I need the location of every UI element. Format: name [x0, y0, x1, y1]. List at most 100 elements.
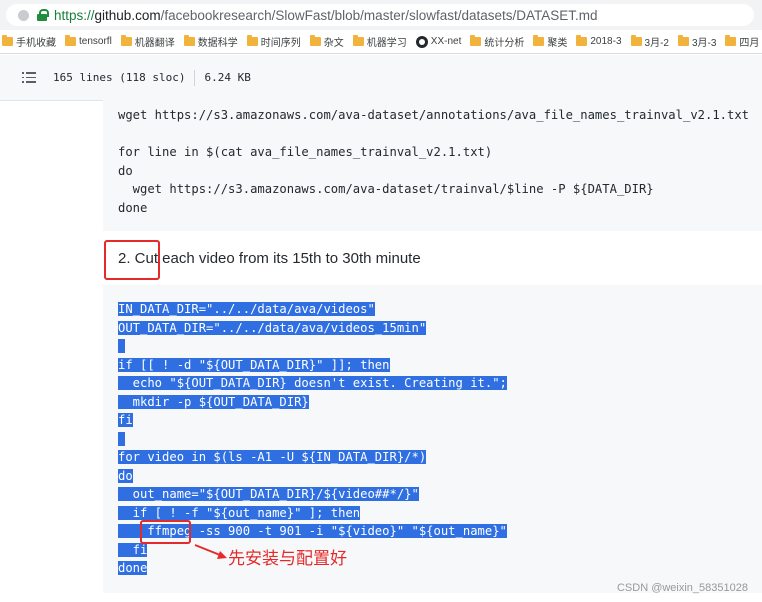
- file-size: 6.24 KB: [204, 71, 251, 84]
- bookmark-item[interactable]: 机器翻译: [120, 34, 175, 49]
- code-line-text: done: [118, 200, 148, 215]
- bookmark-label: 聚类: [547, 38, 568, 49]
- bookmark-item[interactable]: XX-net: [415, 35, 462, 48]
- header-divider: [194, 69, 196, 86]
- github-icon: [415, 35, 428, 48]
- url-text[interactable]: https://github.com/facebookresearch/Slow…: [54, 8, 598, 23]
- code-line-text: for line in $(cat ava_file_names_trainva…: [118, 145, 493, 159]
- code-line-text: IN_DATA_DIR="../../data/ava/videos": [118, 302, 375, 316]
- code-line-text: for video in $(ls -A1 -U ${IN_DATA_DIR}/…: [118, 450, 427, 464]
- bookmark-label: 机器学习: [366, 38, 407, 49]
- code-line-text: out_name="${OUT_DATA_DIR}/${video##*/}": [118, 487, 419, 501]
- folder-icon: [352, 35, 364, 46]
- red-highlight-box-heading: [104, 240, 160, 280]
- code-line: for line in $(cat ava_file_names_trainva…: [118, 143, 762, 162]
- url-scheme: https://: [54, 7, 95, 23]
- code-line: fi: [118, 411, 762, 430]
- bookmark-label: 四月: [739, 38, 760, 49]
- bookmark-item[interactable]: 统计分析: [470, 34, 524, 49]
- code-line-text: done: [118, 561, 148, 575]
- code-line: echo "${OUT_DATA_DIR} doesn't exist. Cre…: [118, 374, 762, 393]
- folder-icon: [65, 35, 76, 46]
- lock-icon: [37, 9, 49, 21]
- site-info-icon[interactable]: [18, 9, 29, 21]
- bookmark-label: 数据科学: [197, 38, 238, 49]
- bookmark-item[interactable]: 手机收藏: [2, 34, 56, 49]
- code-line: do: [118, 467, 762, 486]
- code-line: out_name="${OUT_DATA_DIR}/${video##*/}": [118, 485, 762, 504]
- file-line-count: 165 lines (118 sloc): [53, 71, 186, 84]
- bookmark-item[interactable]: 杂文: [309, 34, 344, 49]
- bookmark-item[interactable]: 3月-3: [677, 34, 717, 49]
- address-bar[interactable]: https://github.com/facebookresearch/Slow…: [6, 4, 754, 26]
- code-line: OUT_DATA_DIR="../../data/ava/videos_15mi…: [118, 319, 762, 338]
- code-line-text: OUT_DATA_DIR="../../data/ava/videos_15mi…: [118, 320, 427, 335]
- folder-icon: [533, 35, 545, 46]
- bookmark-label: 2018-3: [590, 36, 622, 47]
- code-line-text: [118, 431, 126, 446]
- bookmark-label: 杂文: [323, 38, 344, 49]
- code-line-text: echo "${OUT_DATA_DIR} doesn't exist. Cre…: [118, 376, 507, 390]
- section-heading: 2. Cut each video from its 15th to 30th …: [118, 250, 421, 267]
- code-line-text: wget https://s3.amazonaws.com/ava-datase…: [118, 182, 654, 196]
- code-line-text: fi: [118, 413, 133, 427]
- bookmark-item[interactable]: 机器学习: [352, 34, 407, 49]
- bookmark-item[interactable]: 3月-2: [630, 34, 669, 49]
- bookmark-label: 机器翻译: [134, 38, 175, 49]
- code-block-download: wget https://s3.amazonaws.com/ava-datase…: [103, 100, 762, 231]
- bookmark-label: 3月-2: [644, 38, 669, 49]
- annotation-text: 先安装与配置好: [228, 549, 347, 568]
- code-line: if [[ ! -d "${OUT_DATA_DIR}" ]]; then: [118, 356, 762, 375]
- red-arrow-icon: [194, 544, 227, 559]
- red-highlight-box-ffmpeg: [140, 520, 191, 544]
- url-path: /facebookresearch/SlowFast/blob/master/s…: [160, 7, 598, 23]
- bookmark-label: XX-net: [430, 36, 462, 47]
- code-line: do: [118, 162, 762, 181]
- folder-icon: [725, 35, 737, 46]
- code-line-text: if [ ! -f "${out_name}" ]; then: [118, 505, 361, 520]
- code-line-text: do: [118, 468, 133, 483]
- bookmark-label: tensorfl: [79, 36, 112, 47]
- file-header: 165 lines (118 sloc) 6.24 KB: [0, 55, 762, 101]
- folder-icon: [2, 35, 13, 46]
- bookmark-item[interactable]: 聚类: [533, 34, 567, 49]
- code-line-text: mkdir -p ${OUT_DATA_DIR}: [118, 394, 309, 409]
- bookmark-label: 手机收藏: [16, 38, 56, 49]
- code-line: wget https://s3.amazonaws.com/ava-datase…: [118, 180, 762, 199]
- code-line: mkdir -p ${OUT_DATA_DIR}: [118, 393, 762, 412]
- address-bar-area: https://github.com/facebookresearch/Slow…: [0, 0, 762, 30]
- code-line: ffmpeg -ss 900 -t 901 -i "${video}" "${o…: [118, 522, 762, 541]
- folder-icon: [183, 35, 195, 46]
- folder-icon: [576, 35, 588, 46]
- folder-icon: [630, 35, 642, 46]
- bookmark-item[interactable]: 数据科学: [183, 34, 238, 49]
- code-line: done: [118, 199, 762, 218]
- folder-icon: [309, 35, 321, 46]
- code-line-text: [118, 339, 126, 353]
- code-line: wget https://s3.amazonaws.com/ava-datase…: [118, 106, 762, 125]
- code-line-text: fi: [118, 542, 148, 557]
- bookmark-item[interactable]: tensorfl: [65, 35, 112, 47]
- bookmark-item[interactable]: 时间序列: [246, 34, 301, 49]
- bookmark-item[interactable]: 四月: [725, 34, 759, 49]
- code-line: if [ ! -f "${out_name}" ]; then: [118, 504, 762, 523]
- folder-icon: [470, 35, 482, 46]
- code-line: [118, 337, 762, 356]
- url-host: github.com: [94, 7, 161, 23]
- bookmark-label: 3月-3: [691, 38, 717, 49]
- code-line-text: if [[ ! -d "${OUT_DATA_DIR}" ]]; then: [118, 357, 390, 372]
- bookmark-label: 统计分析: [484, 38, 525, 49]
- csdn-watermark: CSDN @weixin_58351028: [616, 582, 748, 594]
- code-line-text: do: [118, 163, 133, 178]
- outline-list-icon[interactable]: [22, 72, 36, 83]
- code-line-text: wget https://s3.amazonaws.com/ava-datase…: [118, 108, 750, 122]
- folder-icon: [677, 35, 689, 46]
- bookmarks-bar: 手机收藏 tensorfl 机器翻译 数据科学 时间序列 杂文 机器学习 XX-net 统计分析…: [0, 30, 762, 54]
- folder-icon: [246, 35, 258, 46]
- code-line: for video in $(ls -A1 -U ${IN_DATA_DIR}/…: [118, 448, 762, 467]
- folder-icon: [120, 35, 132, 46]
- bookmark-item[interactable]: 2018-3: [576, 35, 622, 47]
- bookmark-label: 时间序列: [260, 38, 301, 49]
- code-line: IN_DATA_DIR="../../data/ava/videos": [118, 300, 762, 319]
